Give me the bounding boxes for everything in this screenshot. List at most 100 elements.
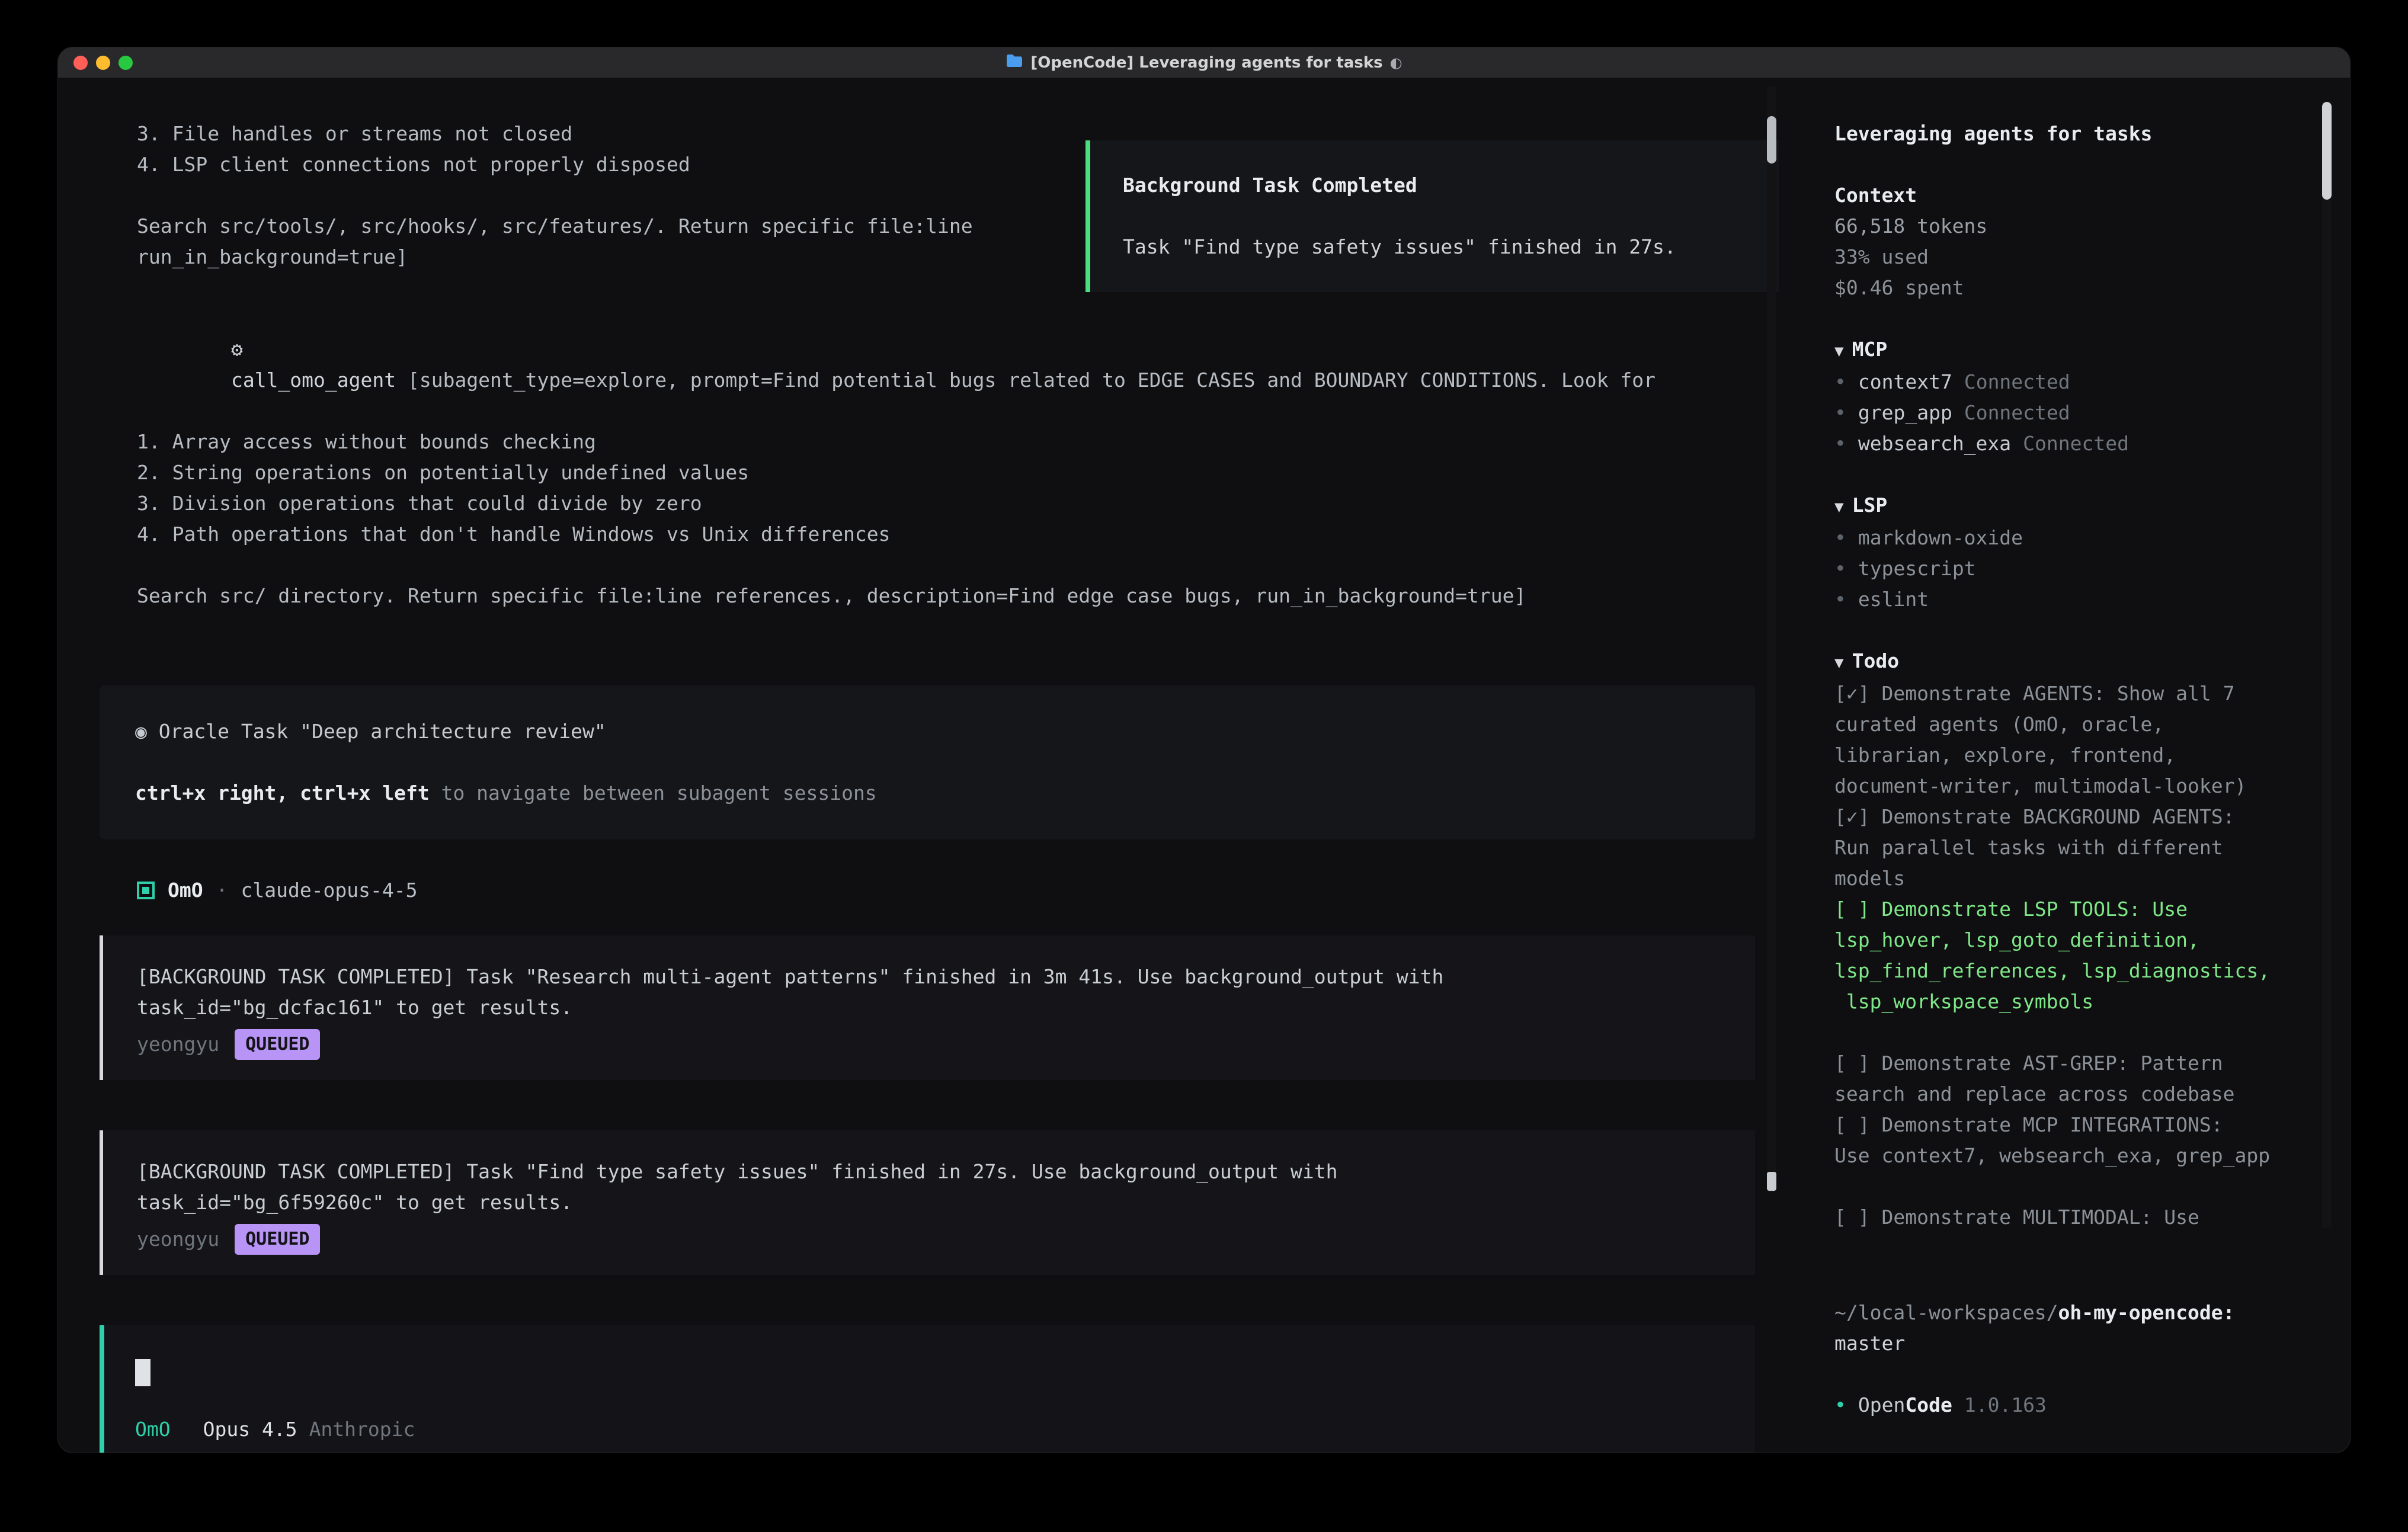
- todo-item-done: [✓] Demonstrate BACKGROUND AGENTS: Run p…: [1834, 802, 2294, 894]
- task-completed-message: [BACKGROUND TASK COMPLETED] Task "Resear…: [100, 935, 1755, 1080]
- input-agent-name: OmO: [135, 1414, 171, 1445]
- message-meta-row: yeongyu QUEUED: [137, 1224, 1719, 1255]
- zoom-window-button[interactable]: [119, 56, 133, 70]
- main-scrollbar[interactable]: [1767, 86, 1776, 1192]
- tool-call-list-item: 4. Path operations that don't handle Win…: [137, 519, 1755, 550]
- lsp-name: markdown-oxide: [1858, 523, 2023, 553]
- bullet-icon: •: [1834, 1390, 1846, 1421]
- sidebar-scrollbar-thumb[interactable]: [2322, 102, 2332, 200]
- context-spent: $0.46 spent: [1834, 273, 2350, 303]
- mcp-status: Connected: [2023, 428, 2129, 459]
- queued-status-badge: QUEUED: [235, 1224, 320, 1255]
- sidebar-scrollbar[interactable]: [2322, 102, 2332, 1227]
- agent-icon: [137, 882, 155, 899]
- mcp-status: Connected: [1964, 367, 2070, 398]
- session-sidebar: Leveraging agents for tasks Context 66,5…: [1808, 78, 2350, 1453]
- workspace-name: oh-my-opencode:: [2058, 1301, 2235, 1324]
- window-title: [OpenCode] Leveraging agents for tasks ◐: [1006, 53, 1402, 72]
- window-titlebar[interactable]: [OpenCode] Leveraging agents for tasks ◐: [58, 47, 2350, 78]
- bullet-icon: •: [1834, 367, 1846, 398]
- input-cursor-line[interactable]: [135, 1356, 1719, 1387]
- oracle-task-title: ◉ Oracle Task "Deep architecture review": [135, 716, 1719, 747]
- message-author: yeongyu: [137, 1029, 219, 1060]
- window-title-text: [OpenCode] Leveraging agents for tasks: [1030, 54, 1382, 72]
- todo-section-heading[interactable]: ▼Todo: [1834, 646, 2350, 678]
- target-icon: ◉: [135, 720, 147, 743]
- tool-call-list-item: 2. String operations on potentially unde…: [137, 457, 1755, 488]
- background-task-toast: Background Task Completed Task "Find typ…: [1085, 140, 1779, 292]
- main-scrollbar-thumb-secondary[interactable]: [1767, 1172, 1776, 1191]
- chevron-down-icon: ▼: [1834, 654, 1844, 672]
- tool-call-footer: Search src/ directory. Return specific f…: [137, 581, 1755, 611]
- folder-icon: [1006, 53, 1023, 72]
- message-meta-row: yeongyu QUEUED: [137, 1029, 1719, 1060]
- input-model-name: Opus 4.5: [203, 1414, 297, 1445]
- workspace-path: ~/local-workspaces/oh-my-opencode: maste…: [1834, 1297, 2294, 1359]
- minimize-window-button[interactable]: [96, 56, 110, 70]
- agent-header: OmO · claude-opus-4-5: [137, 875, 1755, 906]
- bullet-icon: •: [1834, 523, 1846, 553]
- lsp-name: eslint: [1858, 584, 1929, 615]
- tool-call-list-item: 3. Division operations that could divide…: [137, 488, 1755, 519]
- context-tokens: 66,518 tokens: [1834, 211, 2350, 242]
- lsp-item: • typescript: [1834, 553, 2350, 584]
- text-cursor: [135, 1359, 150, 1386]
- mcp-section-heading[interactable]: ▼MCP: [1834, 334, 2350, 367]
- queued-status-badge: QUEUED: [235, 1029, 320, 1060]
- message-line: task_id="bg_6f59260c" to get results.: [137, 1187, 1719, 1218]
- todo-item-pending: [ ] Demonstrate MCP INTEGRATIONS: Use co…: [1834, 1110, 2294, 1171]
- main-scrollbar-thumb[interactable]: [1767, 116, 1776, 164]
- message-line: task_id="bg_dcfac161" to get results.: [137, 992, 1719, 1023]
- model-info-row: OmO Opus 4.5 Anthropic: [135, 1414, 1719, 1445]
- mcp-name: context7: [1858, 367, 1952, 398]
- hint-description: to navigate between subagent sessions: [430, 781, 877, 805]
- traffic-lights: [73, 56, 133, 70]
- mcp-status: Connected: [1964, 398, 2070, 428]
- todo-item-pending: [ ] Demonstrate AST-GREP: Pattern search…: [1834, 1048, 2294, 1110]
- todo-item-done: [✓] Demonstrate AGENTS: Show all 7 curat…: [1834, 678, 2294, 802]
- chevron-down-icon: ▼: [1834, 342, 1844, 360]
- context-used: 33% used: [1834, 242, 2350, 273]
- toast-title: Background Task Completed: [1123, 170, 1743, 201]
- message-line: [BACKGROUND TASK COMPLETED] Task "Resear…: [137, 961, 1719, 992]
- conversation-pane: Background Task Completed Task "Find typ…: [58, 78, 1808, 1453]
- mcp-name: grep_app: [1858, 398, 1952, 428]
- todo-item-pending: [ ] Demonstrate MULTIMODAL: Use: [1834, 1202, 2294, 1233]
- input-model-provider: Anthropic: [309, 1414, 415, 1445]
- oracle-task-panel: ◉ Oracle Task "Deep architecture review"…: [100, 685, 1755, 839]
- terminal-content: Background Task Completed Task "Find typ…: [58, 78, 2350, 1453]
- tool-call-args: [subagent_type=explore, prompt=Find pote…: [396, 368, 1655, 392]
- agent-model: claude-opus-4-5: [241, 875, 417, 906]
- app-version: 1.0.163: [1964, 1390, 2047, 1421]
- mcp-item: • context7 Connected: [1834, 367, 2350, 398]
- lsp-item: • eslint: [1834, 584, 2350, 615]
- mcp-item: • grep_app Connected: [1834, 398, 2350, 428]
- git-branch: master: [1834, 1328, 2294, 1359]
- task-completed-message: [BACKGROUND TASK COMPLETED] Task "Find t…: [100, 1130, 1755, 1275]
- session-title: Leveraging agents for tasks: [1834, 118, 2350, 149]
- chevron-down-icon: ▼: [1834, 498, 1844, 516]
- tool-call-line: ⚙ call_omo_agent [subagent_type=explore,…: [137, 303, 1755, 427]
- todo-item-active: [ ] Demonstrate LSP TOOLS: Use lsp_hover…: [1834, 894, 2294, 1017]
- tool-call-name: call_omo_agent: [231, 368, 396, 392]
- gear-icon: ⚙: [231, 338, 243, 361]
- context-heading: Context: [1834, 180, 2350, 211]
- agent-name: OmO: [168, 875, 203, 906]
- prompt-input[interactable]: OmO Opus 4.5 Anthropic: [100, 1325, 1755, 1453]
- app-version-footer: • OpenCode 1.0.163: [1834, 1390, 2350, 1421]
- app-name-bold: Code: [1905, 1390, 1952, 1421]
- tool-call-list-item: 1. Array access without bounds checking: [137, 427, 1755, 457]
- bullet-icon: •: [1834, 584, 1846, 615]
- session-status-icon: ◐: [1390, 55, 1402, 71]
- message-author: yeongyu: [137, 1224, 219, 1255]
- close-window-button[interactable]: [73, 56, 88, 70]
- app-name-regular: Open: [1858, 1390, 1905, 1421]
- bullet-icon: •: [1834, 428, 1846, 459]
- workspace-path-prefix: ~/local-workspaces/: [1834, 1301, 2058, 1324]
- terminal-window: [OpenCode] Leveraging agents for tasks ◐…: [57, 47, 2351, 1453]
- bullet-icon: •: [1834, 553, 1846, 584]
- lsp-section-heading[interactable]: ▼LSP: [1834, 490, 2350, 523]
- lsp-name: typescript: [1858, 553, 1976, 584]
- separator-dot: ·: [216, 875, 228, 906]
- hint-keybindings: ctrl+x right, ctrl+x left: [135, 781, 430, 805]
